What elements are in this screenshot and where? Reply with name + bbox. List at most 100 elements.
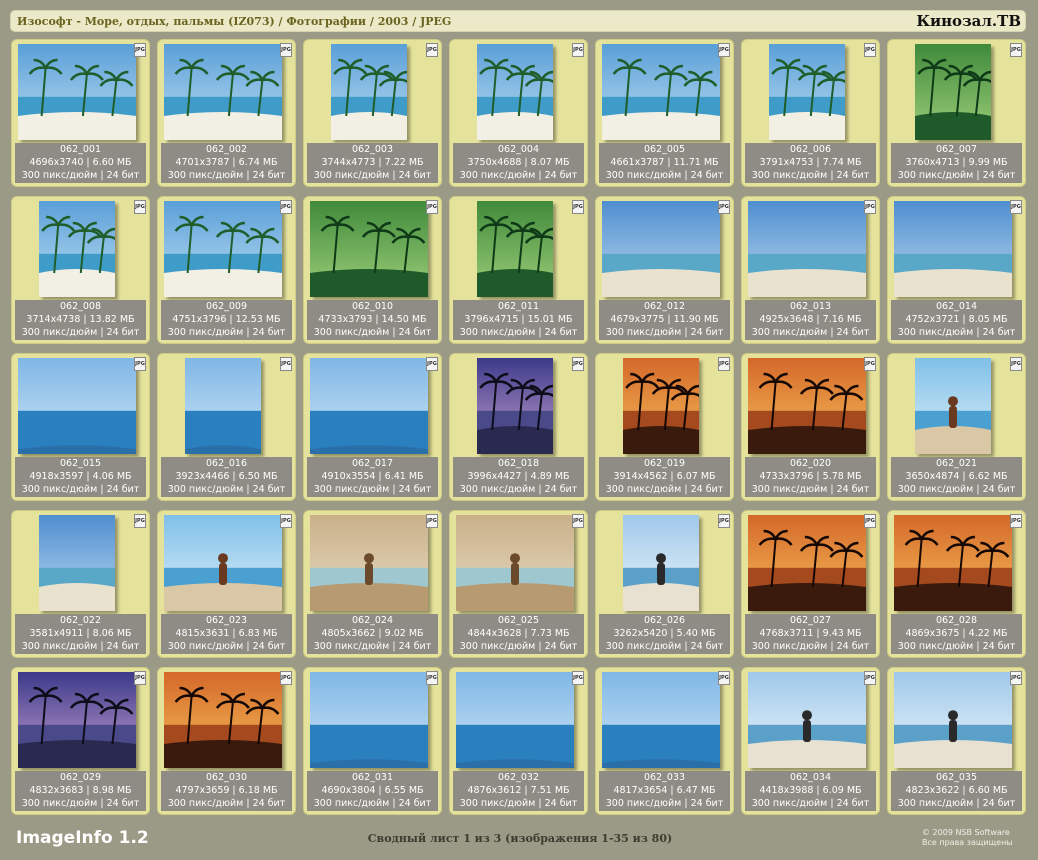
file-name: 062_017 <box>351 458 393 469</box>
thumbnail-image[interactable] <box>164 672 282 768</box>
thumbnail-image[interactable] <box>894 201 1012 297</box>
jpg-file-icon: JPG <box>280 357 292 371</box>
thumbnail-image[interactable] <box>310 672 428 768</box>
thumbnail-card[interactable]: JPG 062_016 3923x4466 | 6.50 МБ 300 пикс/дю… <box>157 353 296 501</box>
thumbnail-card[interactable]: JPG 062_006 3791x4753 | 7.74 МБ 300 пикс/дю… <box>741 39 880 187</box>
photo-thumbnail <box>477 44 553 140</box>
thumbnail-image[interactable] <box>477 201 553 297</box>
thumbnail-card[interactable]: JPG 062_025 4844x3628 | 7.73 МБ 300 пикс/дю… <box>449 510 588 658</box>
thumbnail-card[interactable]: JPG 062_009 4751x3796 | 12.53 МБ 300 пикс/д… <box>157 196 296 344</box>
jpg-file-icon: JPG <box>1010 43 1022 57</box>
thumbnail-image[interactable] <box>310 201 428 297</box>
thumbnail-image[interactable] <box>894 515 1012 611</box>
thumbnail-image[interactable] <box>748 672 866 768</box>
thumbnail-card[interactable]: JPG 062_033 4817x3654 | 6.47 МБ 300 пикс/дю… <box>595 667 734 815</box>
thumbnail-image[interactable] <box>185 358 261 454</box>
thumbnail-image[interactable] <box>623 515 699 611</box>
thumbnail-card[interactable]: JPG 062_013 4925x3648 | 7.16 МБ 300 пикс/дю… <box>741 196 880 344</box>
thumbnail-image[interactable] <box>915 358 991 454</box>
file-name: 062_002 <box>205 144 247 155</box>
jpg-file-icon: JPG <box>1010 200 1022 214</box>
thumbnail-card[interactable]: JPG 062_024 4805x3662 | 9.02 МБ 300 пикс/дю… <box>303 510 442 658</box>
thumbnail-image[interactable] <box>602 201 720 297</box>
thumbnail-card[interactable]: JPG 062_011 3796x4715 | 15.01 МБ 300 пикс/д… <box>449 196 588 344</box>
thumbnail-card[interactable]: JPG 062_022 3581x4911 | 8.06 МБ 300 пикс/дю… <box>11 510 150 658</box>
thumbnail-image[interactable] <box>748 201 866 297</box>
thumbnail-card[interactable]: JPG 062_019 3914x4562 | 6.07 МБ 300 пикс/дю… <box>595 353 734 501</box>
jpg-file-icon: JPG <box>134 671 146 685</box>
photo-thumbnail <box>164 672 282 768</box>
thumbnail-card[interactable]: JPG 062_029 4832x3683 | 8.98 МБ 300 пикс/дю… <box>11 667 150 815</box>
thumbnail-image[interactable] <box>18 672 136 768</box>
thumbnail-image[interactable] <box>602 44 720 140</box>
thumbnail-card[interactable]: JPG 062_021 3650x4874 | 6.62 МБ 300 пикс/дю… <box>887 353 1026 501</box>
thumbnail-card[interactable]: JPG 062_001 4696x3740 | 6.60 МБ 300 пикс/дю… <box>11 39 150 187</box>
jpg-file-icon: JPG <box>864 43 876 57</box>
dimensions-size: 4733x3793 | 14.50 МБ <box>318 314 427 325</box>
thumbnail-image[interactable] <box>39 515 115 611</box>
thumbnail-image[interactable] <box>164 44 282 140</box>
dimensions-size: 3714x4738 | 13.82 МБ <box>26 314 135 325</box>
thumbnail-card[interactable]: JPG 062_012 4679x3775 | 11.90 МБ 300 пикс/д… <box>595 196 734 344</box>
thumbnail-image[interactable] <box>164 515 282 611</box>
thumbnail-card[interactable]: JPG 062_003 3744x4773 | 7.22 МБ 300 пикс/дю… <box>303 39 442 187</box>
thumbnail-card[interactable]: JPG 062_017 4910x3554 | 6.41 МБ 300 пикс/дю… <box>303 353 442 501</box>
thumbnail-image[interactable] <box>623 358 699 454</box>
thumbnail-card[interactable]: JPG 062_008 3714x4738 | 13.82 МБ 300 пикс/д… <box>11 196 150 344</box>
thumbnail-card[interactable]: JPG 062_035 4823x3622 | 6.60 МБ 300 пикс/дю… <box>887 667 1026 815</box>
thumbnail-card[interactable]: JPG 062_007 3760x4713 | 9.99 МБ 300 пикс/дю… <box>887 39 1026 187</box>
resolution-depth: 300 пикс/дюйм | 24 бит <box>605 327 724 338</box>
thumbnail-image[interactable] <box>18 44 136 140</box>
thumbnail-card[interactable]: JPG 062_020 4733x3796 | 5.78 МБ 300 пикс/дю… <box>741 353 880 501</box>
thumbnail-image[interactable] <box>748 358 866 454</box>
thumbnail-image[interactable] <box>915 44 991 140</box>
thumbnail-card[interactable]: JPG 062_030 4797x3659 | 6.18 МБ 300 пикс/дю… <box>157 667 296 815</box>
file-name: 062_006 <box>789 144 831 155</box>
dimensions-size: 3581x4911 | 8.06 МБ <box>29 628 132 639</box>
thumbnail-card[interactable]: JPG 062_014 4752x3721 | 8.05 МБ 300 пикс/дю… <box>887 196 1026 344</box>
thumbnail-card[interactable]: JPG 062_031 4690x3804 | 6.55 МБ 300 пикс/дю… <box>303 667 442 815</box>
thumbnail-card[interactable]: JPG 062_010 4733x3793 | 14.50 МБ 300 пикс/д… <box>303 196 442 344</box>
jpg-file-icon: JPG <box>572 357 584 371</box>
dimensions-size: 4823x3622 | 6.60 МБ <box>905 785 1008 796</box>
thumbnail-image[interactable] <box>602 672 720 768</box>
file-name: 062_001 <box>59 144 101 155</box>
thumbnail-card[interactable]: JPG 062_023 4815x3631 | 6.83 МБ 300 пикс/дю… <box>157 510 296 658</box>
thumbnail-image[interactable] <box>164 201 282 297</box>
thumbnail-card[interactable]: JPG 062_028 4869x3675 | 4.22 МБ 300 пикс/дю… <box>887 510 1026 658</box>
file-name: 062_027 <box>789 615 831 626</box>
thumbnail-image[interactable] <box>456 515 574 611</box>
resolution-depth: 300 пикс/дюйм | 24 бит <box>751 484 870 495</box>
thumbnail-image[interactable] <box>456 672 574 768</box>
thumbnail-caption: 062_026 3262x5420 | 5.40 МБ 300 пикс/дюйм … <box>599 614 730 654</box>
thumbnail-card[interactable]: JPG 062_005 4661x3787 | 11.71 МБ 300 пикс/д… <box>595 39 734 187</box>
thumbnail-card[interactable]: JPG 062_034 4418x3988 | 6.09 МБ 300 пикс/дю… <box>741 667 880 815</box>
file-name: 062_019 <box>643 458 685 469</box>
thumbnail-image[interactable] <box>39 201 115 297</box>
jpg-file-icon: JPG <box>134 514 146 528</box>
thumbnail-image[interactable] <box>477 358 553 454</box>
thumbnail-card[interactable]: JPG 062_027 4768x3711 | 9.43 МБ 300 пикс/дю… <box>741 510 880 658</box>
thumbnail-image[interactable] <box>331 44 407 140</box>
thumbnail-image[interactable] <box>748 515 866 611</box>
resolution-depth: 300 пикс/дюйм | 24 бит <box>21 327 140 338</box>
file-name: 062_007 <box>935 144 977 155</box>
thumbnail-card[interactable]: JPG 062_002 4701x3787 | 6.74 МБ 300 пикс/дю… <box>157 39 296 187</box>
thumbnail-card[interactable]: JPG 062_004 3750x4688 | 8.07 МБ 300 пикс/дю… <box>449 39 588 187</box>
thumbnail-caption: 062_013 4925x3648 | 7.16 МБ 300 пикс/дюйм … <box>745 300 876 340</box>
jpg-file-icon: JPG <box>134 43 146 57</box>
thumbnail-card[interactable]: JPG 062_018 3996x4427 | 4.89 МБ 300 пикс/дю… <box>449 353 588 501</box>
thumbnail-image[interactable] <box>769 44 845 140</box>
photo-thumbnail <box>164 201 282 297</box>
thumbnail-image[interactable] <box>310 358 428 454</box>
thumbnail-image[interactable] <box>894 672 1012 768</box>
thumbnail-image[interactable] <box>477 44 553 140</box>
thumbnail-image[interactable] <box>18 358 136 454</box>
thumbnail-card[interactable]: JPG 062_026 3262x5420 | 5.40 МБ 300 пикс/дю… <box>595 510 734 658</box>
dimensions-size: 4661x3787 | 11.71 МБ <box>610 157 719 168</box>
thumbnail-card[interactable]: JPG 062_032 4876x3612 | 7.51 МБ 300 пикс/дю… <box>449 667 588 815</box>
thumbnail-caption: 062_010 4733x3793 | 14.50 МБ 300 пикс/дюйм… <box>307 300 438 340</box>
thumbnail-image[interactable] <box>310 515 428 611</box>
thumbnail-card[interactable]: JPG 062_015 4918x3597 | 4.06 МБ 300 пикс/дю… <box>11 353 150 501</box>
site-logo: Кинозал.ТВ <box>916 12 1021 30</box>
